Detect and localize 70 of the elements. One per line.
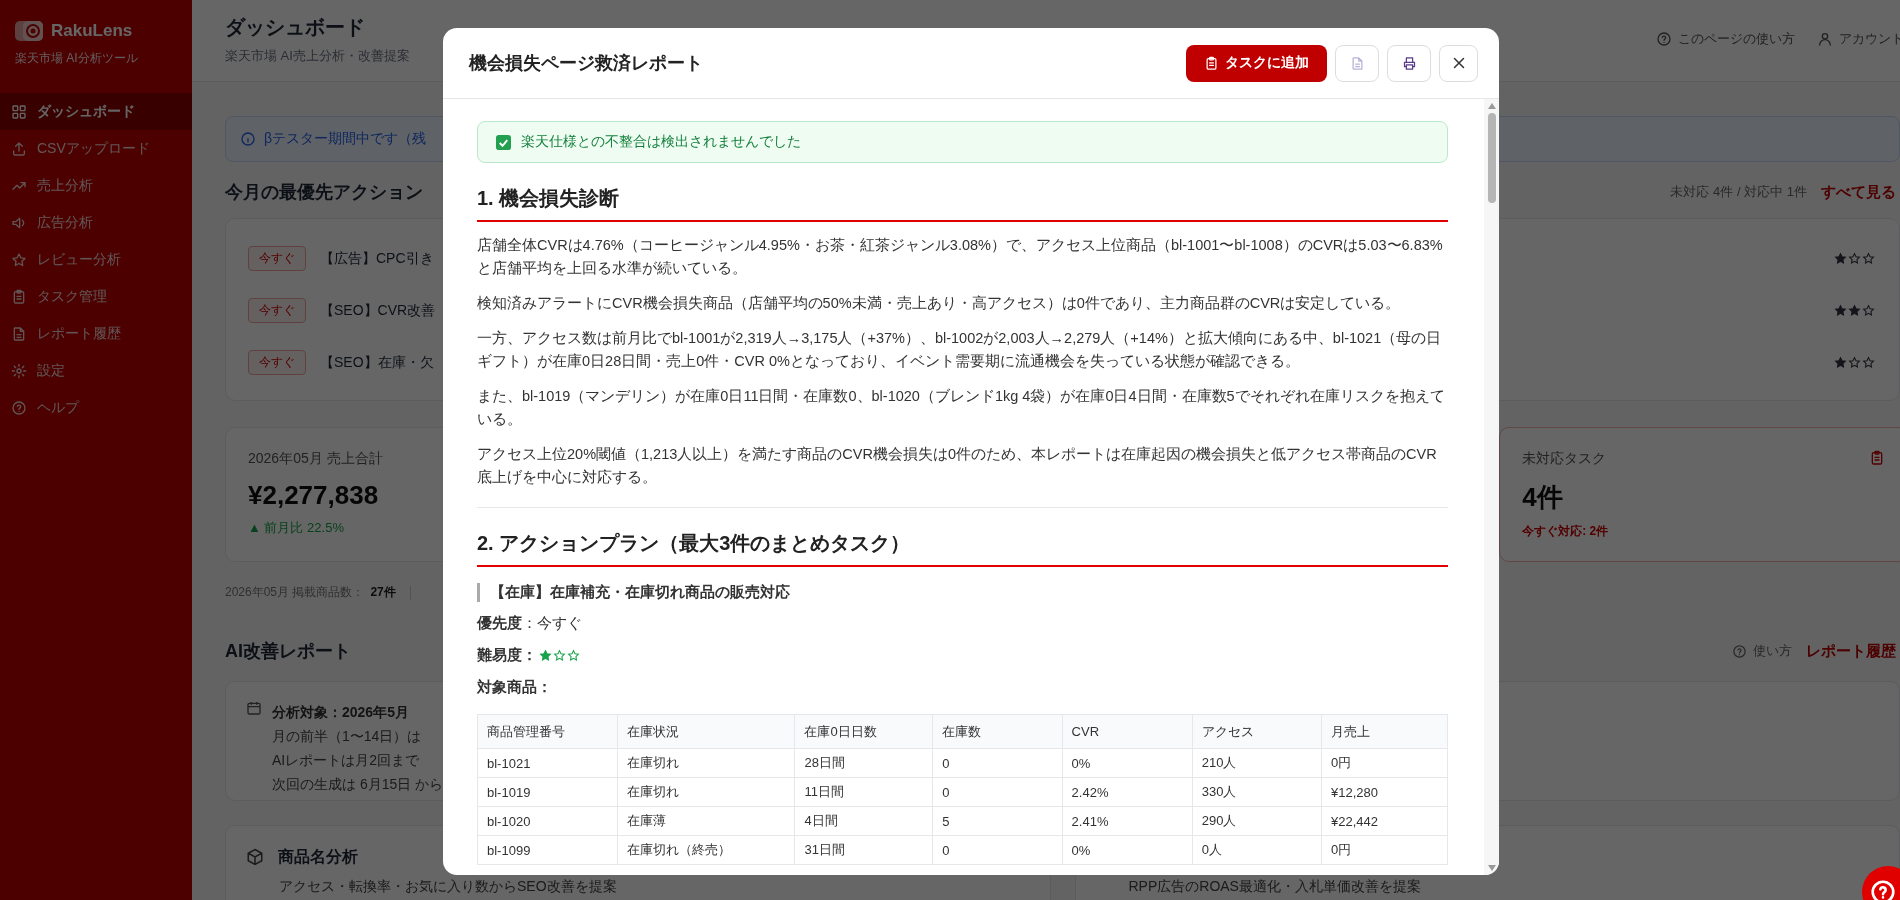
report-heading: 2. アクションプラン（最大3件のまとめタスク） [477,530,1448,567]
table-cell: 0円 [1321,748,1448,778]
table-cell: 0円 [1321,835,1448,865]
section-title: 今月の最優先アクション [225,181,423,204]
app-logo-text: RakuLens [51,21,133,41]
column-header: CVR [1062,714,1193,749]
table-cell: 0% [1062,835,1193,865]
field-label: 対象商品： [477,678,552,697]
priority-badge: 今すぐ [248,246,306,271]
table-cell: ¥12,280 [1321,777,1448,807]
report-paragraph: また、bl-1019（マンデリン）が在庫0日11日間・在庫数0、bl-1020（ブレンド1kg 4袋）が在庫0日4日間・在庫数5でそれぞれ在庫リスクを抱えている。 [477,387,1446,429]
report-paragraph: 一方、アクセス数は前月比でbl-1001が2,319人→3,175人（+37%）、bl-1002が2,003人→2,279人（+14%）と拡大傾向にある中、bl-1021（母の日ギフト）が在庫0日28日間・売上0件・CVR 0%となっており、イベント需要期に流通機会を失っている状態が確認できる。 [477,329,1443,371]
table-cell: 0 [932,748,1063,778]
task-field: 優先度：今すぐ [477,612,1448,634]
column-header: 在庫0日日数 [794,714,933,749]
table-cell: 0人 [1192,835,1322,865]
report-paragraph: 検知済みアラートにCVR機会損失商品（店舗平均の50%未満・売上あり・高アクセス）は0件であり、主力商品群のCVRは安定している。 [477,294,1402,313]
field-label: 難易度： [477,646,537,665]
priority-badge: 今すぐ [248,298,306,323]
app-tagline: 楽天市場 AI分析ツール [14,50,139,67]
stat-value: ¥2,277,838 [248,480,380,511]
report-heading: 1. 機会損失診断 [477,185,1448,222]
feature-description: RPP広告のROAS最適化・入札単価改善を提案 [1128,878,1421,896]
table-cell: 2.41% [1062,806,1193,836]
table-cell: 在庫切れ [617,777,795,807]
priority-badge: 今すぐ [248,350,306,375]
table-cell: 31日間 [794,835,933,865]
stat-label: 未対応タスク [1522,450,1607,468]
feature-title: 商品名分析 [278,846,358,867]
table-cell: bl-1019 [477,777,618,807]
table-cell: 28日間 [794,748,933,778]
table-cell: 210人 [1192,748,1322,778]
alert-text: 楽天仕様との不整合は検出されませんでした [521,133,801,151]
feature-description: アクセス・転換率・お気に入り数からSEO改善を提案 [279,878,617,896]
table-cell: bl-1099 [477,835,618,865]
report-paragraph: 店舗全体CVRは4.76%（コーヒージャンル4.95%・お茶・紅茶ジャンル3.08%）で、アクセス上位商品（bl-1001〜bl-1008）のCVRは5.03〜6.83%と店舗平均を上回る水準が続いている。 [477,236,1444,278]
info-line: AIレポートは月2回まで [272,751,420,770]
table-cell: 0 [932,777,1063,807]
column-header: 月売上 [1321,714,1448,749]
column-header: アクセス [1192,714,1322,749]
column-header: 在庫状況 [617,714,795,749]
stat-note: 今すぐ対応: 2件 [1522,523,1610,540]
table-cell: 在庫切れ（終売） [617,835,795,865]
stat-value: 4件 [1522,481,1564,514]
info-line: 月の前半（1〜14日）は [272,727,423,746]
table-cell: 在庫切れ [617,748,795,778]
notice-text: βテスター期間中です（残 [264,130,427,148]
report-paragraph: アクセス上位20%閾値（1,213人以上）を満たす商品のCVR機会損失は0件のため、本レポートは在庫起因の機会損失と低アクセス帯商品のCVR底上げを中心に対応する。 [477,445,1438,487]
table-cell: 在庫薄 [617,806,795,836]
info-line: 次回の生成は 6月15日 から [272,775,444,794]
table-cell: bl-1021 [477,748,618,778]
info-line: 分析対象：2026年5月 [272,703,410,722]
stat-delta: ▲ 前月比 22.5% [248,519,345,537]
dialog-title: 機会損失ページ救済レポート [469,52,703,75]
section-title: AI改善レポート [225,640,351,663]
table-cell: 2.42% [1062,777,1193,807]
table-cell: 5 [932,806,1063,836]
column-header: 商品管理番号 [477,714,618,749]
table-cell: bl-1020 [477,806,618,836]
table-cell: ¥22,442 [1321,806,1448,836]
table-cell: 0% [1062,748,1193,778]
column-header: 在庫数 [932,714,1063,749]
listing-value: 27件 [370,584,396,601]
table-cell: 4日間 [794,806,933,836]
table-cell: 0 [932,835,1063,865]
table-cell: 11日間 [794,777,933,807]
page-title: ダッシュボード [225,15,366,40]
task-title: 【在庫】在庫補充・在庫切れ商品の販売対応 [477,583,1448,602]
table-cell: 330人 [1192,777,1322,807]
table-cell: 290人 [1192,806,1322,836]
